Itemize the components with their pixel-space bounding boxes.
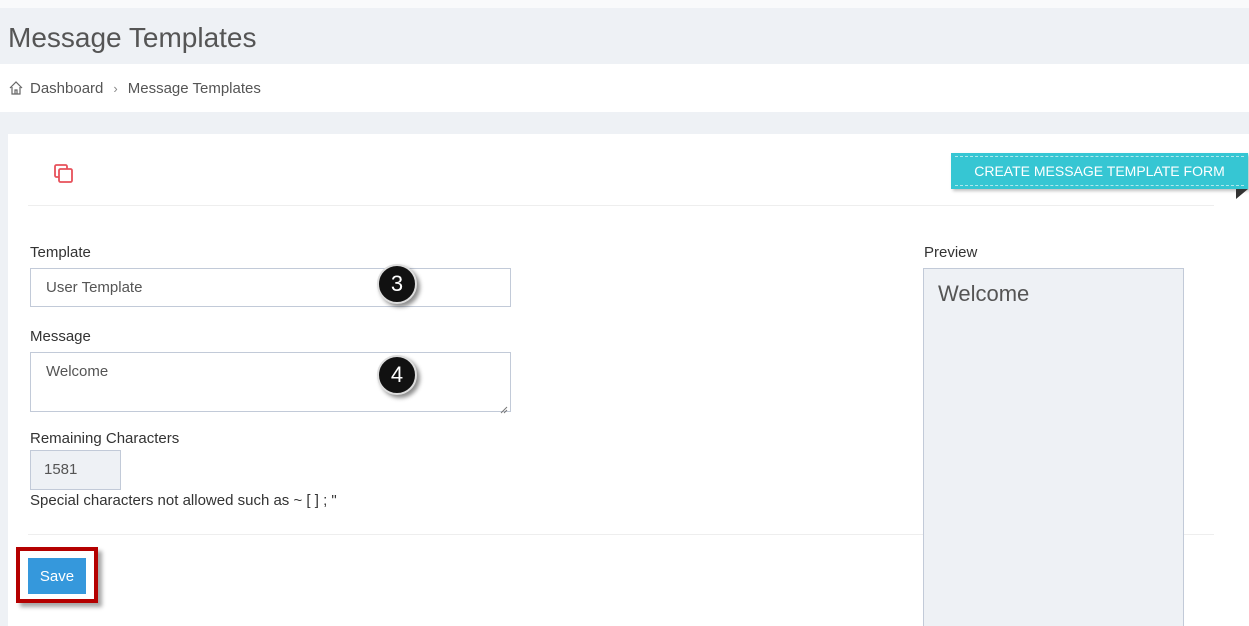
home-icon[interactable] <box>8 80 24 96</box>
page-title: Message Templates <box>8 22 257 53</box>
form-portlet: CREATE MESSAGE TEMPLATE FORM Template Us… <box>8 134 1249 626</box>
preview-panel: Welcome <box>923 268 1184 626</box>
breadcrumb-separator: › <box>113 80 118 96</box>
remaining-characters-label: Remaining Characters <box>30 430 180 447</box>
message-textarea-value: Welcome <box>46 363 109 380</box>
breadcrumb-dashboard-link[interactable]: Dashboard <box>30 80 103 97</box>
ribbon-tail <box>1236 189 1248 199</box>
special-characters-note: Special characters not allowed such as ~… <box>30 492 337 509</box>
remaining-characters-value: 1581 <box>44 461 78 478</box>
template-input-value: User Template <box>46 279 143 296</box>
ribbon-label: CREATE MESSAGE TEMPLATE FORM <box>974 163 1225 179</box>
remaining-characters-field: 1581 <box>30 450 121 490</box>
template-label: Template <box>30 244 91 261</box>
form-ribbon: CREATE MESSAGE TEMPLATE FORM <box>951 153 1248 189</box>
annotation-badge-3: 3 <box>377 264 417 304</box>
annotation-badge-4: 4 <box>377 355 417 395</box>
preview-label: Preview <box>924 244 978 261</box>
message-label: Message <box>30 328 91 345</box>
template-input[interactable]: User Template <box>30 268 511 307</box>
breadcrumb-current: Message Templates <box>127 79 261 97</box>
page-header: Message Templates <box>0 0 1249 64</box>
message-textarea[interactable]: Welcome <box>30 352 511 414</box>
preview-text: Welcome <box>938 281 1030 306</box>
copy-icon <box>52 162 76 186</box>
divider-top <box>28 205 1214 206</box>
resize-grip-icon[interactable] <box>500 401 508 414</box>
breadcrumb: Dashboard › Message Templates <box>0 64 1249 112</box>
save-button[interactable]: Save <box>28 558 86 594</box>
